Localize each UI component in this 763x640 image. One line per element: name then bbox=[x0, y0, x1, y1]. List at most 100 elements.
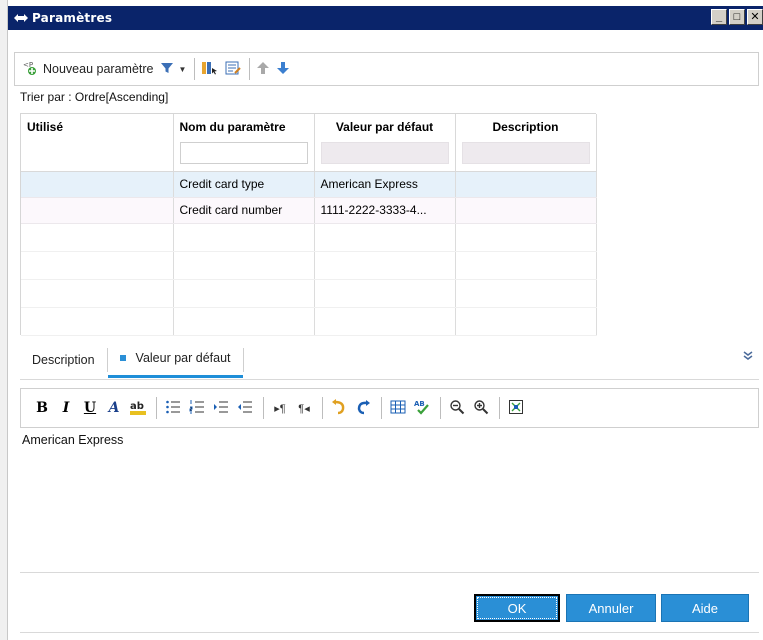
column-header-default-value[interactable]: Valeur par défaut bbox=[314, 114, 456, 172]
columns-icon bbox=[201, 60, 219, 79]
parameters-toolbar: <P Nouveau paramètre ▼ bbox=[14, 52, 759, 86]
zoom-in-button[interactable] bbox=[470, 397, 492, 419]
new-parameter-icon: <P bbox=[23, 60, 39, 79]
expand-chevron-icon[interactable] bbox=[743, 350, 753, 364]
outdent-icon bbox=[237, 399, 253, 418]
fit-view-icon bbox=[508, 399, 524, 418]
default-value-editor[interactable]: American Express bbox=[22, 433, 123, 447]
toolbar-separator bbox=[499, 397, 500, 419]
bullet-list-icon bbox=[165, 399, 181, 418]
default-value-filter-input[interactable] bbox=[320, 142, 449, 164]
font-color-button[interactable]: A bbox=[103, 397, 125, 419]
column-header-label: Description bbox=[492, 120, 559, 134]
toolbar-separator bbox=[322, 397, 323, 419]
rtl-button[interactable]: ¶◂ bbox=[293, 397, 315, 419]
cell-default: 1111-2222-3333-4... bbox=[314, 197, 456, 224]
highlight-icon: ab bbox=[129, 398, 147, 419]
tab-active-marker bbox=[119, 355, 126, 361]
spell-check-button[interactable]: AB bbox=[411, 397, 433, 419]
column-header-label: Valeur par défaut bbox=[335, 120, 434, 134]
empty-row bbox=[21, 251, 597, 280]
redo-icon bbox=[355, 399, 371, 418]
filter-icon bbox=[159, 60, 175, 79]
name-filter-input[interactable] bbox=[179, 142, 308, 164]
zoom-in-icon bbox=[473, 399, 489, 418]
filter-dropdown-button[interactable]: ▼ bbox=[159, 57, 186, 81]
empty-row bbox=[21, 279, 597, 308]
ok-button[interactable]: OK bbox=[474, 594, 560, 622]
arrow-down-icon bbox=[276, 60, 290, 79]
tab-separator bbox=[242, 347, 244, 372]
tab-description[interactable]: Description bbox=[20, 342, 107, 378]
parameters-icon bbox=[12, 11, 30, 25]
tab-default-value[interactable]: Valeur par défaut bbox=[107, 342, 243, 378]
toolbar-separator bbox=[156, 397, 157, 419]
maximize-icon: □ bbox=[733, 10, 741, 23]
bullet-list-button[interactable] bbox=[162, 397, 184, 419]
column-header-description[interactable]: Description bbox=[455, 114, 597, 172]
empty-row bbox=[21, 307, 597, 336]
minimize-button[interactable]: _ bbox=[711, 9, 727, 25]
new-parameter-button[interactable]: <P Nouveau paramètre bbox=[23, 57, 153, 81]
toolbar-separator bbox=[381, 397, 382, 419]
italic-button[interactable]: I bbox=[55, 397, 77, 419]
close-icon: ✕ bbox=[750, 10, 760, 23]
cell-default: American Express bbox=[314, 171, 456, 198]
tab-label: Description bbox=[32, 352, 95, 367]
footer-bottom-divider bbox=[20, 632, 759, 633]
table-row[interactable]: Credit card type American Express bbox=[21, 171, 597, 198]
window-left-edge bbox=[0, 0, 8, 640]
spell-check-icon: AB bbox=[413, 398, 431, 419]
cell-used bbox=[21, 197, 174, 224]
cell-name: Credit card type bbox=[173, 171, 315, 198]
svg-text:AB: AB bbox=[414, 400, 425, 408]
grid-header-row: Utilisé Nom du paramètre Valeur par défa… bbox=[21, 114, 597, 172]
title-bar: Paramètres _ □ ✕ bbox=[8, 6, 763, 30]
undo-button[interactable] bbox=[328, 397, 350, 419]
parameters-grid: Utilisé Nom du paramètre Valeur par défa… bbox=[20, 113, 597, 336]
italic-icon: I bbox=[62, 400, 70, 416]
zoom-out-icon bbox=[449, 399, 465, 418]
ltr-button[interactable]: ▸¶ bbox=[269, 397, 291, 419]
cell-description bbox=[455, 171, 597, 198]
underline-button[interactable]: U bbox=[79, 397, 101, 419]
table-row[interactable]: Credit card number 1111-2222-3333-4... bbox=[21, 197, 597, 224]
table-icon bbox=[390, 399, 406, 418]
tab-label: Valeur par défaut bbox=[135, 351, 231, 365]
insert-table-button[interactable] bbox=[387, 397, 409, 419]
arrow-up-icon bbox=[256, 60, 270, 79]
chevron-down-icon: ▼ bbox=[178, 64, 187, 74]
font-color-icon: A bbox=[108, 400, 120, 416]
cell-used bbox=[21, 171, 174, 198]
new-parameter-label: Nouveau paramètre bbox=[43, 62, 154, 76]
column-header-used[interactable]: Utilisé bbox=[21, 114, 174, 172]
close-button[interactable]: ✕ bbox=[747, 9, 763, 25]
indent-button[interactable] bbox=[210, 397, 232, 419]
zoom-out-button[interactable] bbox=[446, 397, 468, 419]
outdent-button[interactable] bbox=[234, 397, 256, 419]
column-header-label: Utilisé bbox=[27, 120, 64, 134]
ltr-paragraph-icon: ▸¶ bbox=[274, 402, 286, 415]
toolbar-separator bbox=[194, 58, 196, 80]
column-header-name[interactable]: Nom du paramètre bbox=[173, 114, 315, 172]
empty-row bbox=[21, 223, 597, 252]
minimize-icon: _ bbox=[715, 10, 723, 23]
edit-list-button[interactable] bbox=[225, 57, 242, 81]
highlight-button[interactable]: ab bbox=[127, 397, 149, 419]
numbered-list-icon bbox=[189, 399, 205, 418]
bold-button[interactable]: B bbox=[31, 397, 53, 419]
move-down-button[interactable] bbox=[276, 57, 290, 81]
fit-view-button[interactable] bbox=[505, 397, 527, 419]
underline-icon: U bbox=[83, 400, 97, 416]
maximize-button[interactable]: □ bbox=[729, 9, 745, 25]
select-columns-button[interactable] bbox=[201, 57, 219, 81]
redo-button[interactable] bbox=[352, 397, 374, 419]
bold-icon: B bbox=[36, 400, 48, 416]
footer-divider bbox=[20, 572, 759, 573]
move-up-button[interactable] bbox=[256, 57, 270, 81]
description-filter-input[interactable] bbox=[461, 142, 590, 164]
help-button[interactable]: Aide bbox=[661, 594, 749, 622]
cancel-button[interactable]: Annuler bbox=[566, 594, 656, 622]
toolbar-separator bbox=[440, 397, 441, 419]
numbered-list-button[interactable] bbox=[186, 397, 208, 419]
